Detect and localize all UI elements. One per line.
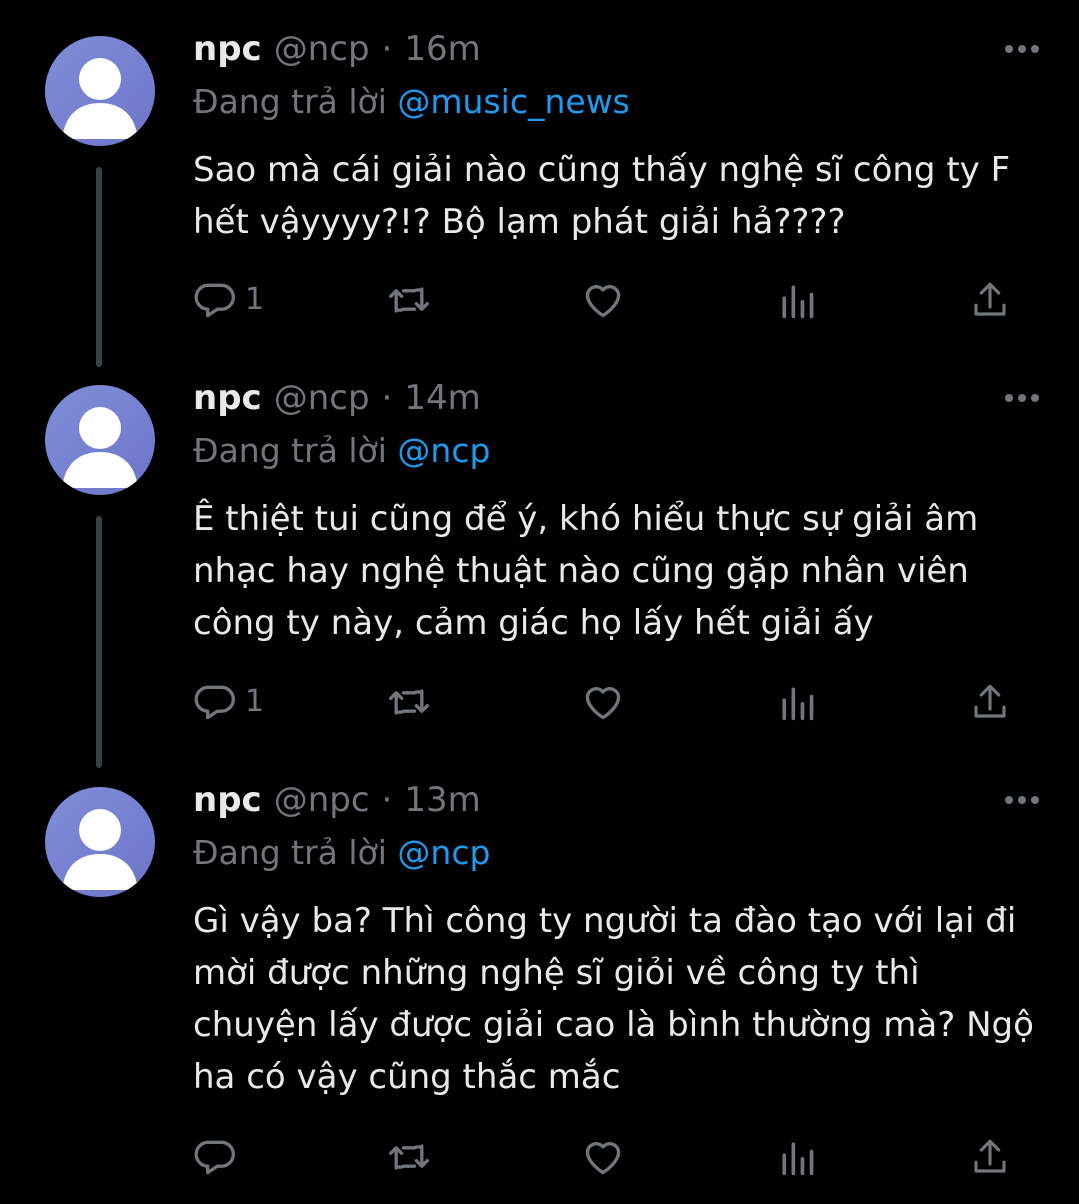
- tweet-header: npc @npc · 13m: [193, 775, 481, 825]
- replying-to: Đang trả lời @music_news: [193, 77, 630, 127]
- more-options-icon[interactable]: [1003, 385, 1041, 411]
- retweet-icon: [386, 680, 432, 724]
- avatar[interactable]: [45, 36, 155, 146]
- tweet-3[interactable]: npc @npc · 13m Đang trả lời @ncp Gì vậy …: [0, 775, 1079, 1204]
- like-button[interactable]: [581, 1135, 625, 1179]
- heart-icon: [581, 278, 625, 322]
- timestamp[interactable]: 14m: [404, 373, 480, 423]
- reply-count: 1: [245, 684, 265, 719]
- analytics-icon: [777, 1135, 817, 1179]
- tweet-text: Ê thiệt tui cũng để ý, khó hiểu thực sự …: [193, 499, 979, 643]
- retweet-button[interactable]: [386, 1135, 432, 1179]
- views-button[interactable]: [777, 680, 817, 724]
- timestamp[interactable]: 13m: [404, 775, 480, 825]
- mention-link[interactable]: @ncp: [397, 431, 490, 470]
- tweet-actions: 1: [0, 680, 1079, 724]
- share-button[interactable]: [969, 680, 1011, 724]
- more-options-icon[interactable]: [1003, 787, 1041, 813]
- default-avatar-icon: [62, 809, 138, 890]
- tweet-header: npc @ncp · 14m: [193, 373, 481, 423]
- display-name[interactable]: npc: [193, 373, 262, 423]
- separator-dot: ·: [381, 29, 393, 69]
- like-button[interactable]: [581, 278, 625, 322]
- share-icon: [969, 680, 1011, 724]
- default-avatar-icon: [62, 58, 138, 139]
- separator-dot: ·: [381, 378, 393, 418]
- default-avatar-icon: [62, 407, 138, 488]
- timestamp[interactable]: 16m: [404, 24, 480, 74]
- heart-icon: [581, 680, 625, 724]
- avatar[interactable]: [45, 385, 155, 495]
- share-button[interactable]: [969, 1135, 1011, 1179]
- more-options-icon[interactable]: [1003, 36, 1041, 62]
- replying-to: Đang trả lời @ncp: [193, 828, 490, 878]
- reply-icon: [193, 278, 237, 322]
- retweet-icon: [386, 278, 432, 322]
- analytics-icon: [777, 680, 817, 724]
- retweet-icon: [386, 1135, 432, 1179]
- tweet-1[interactable]: npc @ncp · 16m Đang trả lời @music_news …: [0, 24, 1079, 374]
- reply-icon: [193, 680, 237, 724]
- retweet-button[interactable]: [386, 680, 432, 724]
- username-handle[interactable]: @npc: [274, 775, 370, 825]
- thread-line: [96, 516, 102, 768]
- share-icon: [969, 278, 1011, 322]
- replying-to-label: Đang trả lời: [193, 833, 387, 872]
- reply-button[interactable]: 1: [193, 680, 264, 724]
- tweet-actions: 1: [0, 278, 1079, 322]
- tweet-actions: [0, 1135, 1079, 1179]
- reply-count: 1: [245, 282, 265, 317]
- mention-link[interactable]: @music_news: [397, 82, 629, 121]
- views-button[interactable]: [777, 278, 817, 322]
- mention-link[interactable]: @ncp: [397, 833, 490, 872]
- thread-line: [96, 167, 102, 367]
- tweet-2[interactable]: npc @ncp · 14m Đang trả lời @ncp Ê thiệt…: [0, 373, 1079, 773]
- avatar[interactable]: [45, 787, 155, 897]
- share-button[interactable]: [969, 278, 1011, 322]
- replying-to: Đang trả lời @ncp: [193, 426, 490, 476]
- separator-dot: ·: [381, 780, 393, 820]
- share-icon: [969, 1135, 1011, 1179]
- heart-icon: [581, 1135, 625, 1179]
- username-handle[interactable]: @ncp: [274, 24, 370, 74]
- tweet-text: Sao mà cái giải nào cũng thấy nghệ sĩ cô…: [193, 150, 1011, 242]
- replying-to-label: Đang trả lời: [193, 82, 387, 121]
- reply-button[interactable]: 1: [193, 278, 264, 322]
- retweet-button[interactable]: [386, 278, 432, 322]
- views-button[interactable]: [777, 1135, 817, 1179]
- reply-icon: [193, 1135, 237, 1179]
- like-button[interactable]: [581, 680, 625, 724]
- display-name[interactable]: npc: [193, 775, 262, 825]
- analytics-icon: [777, 278, 817, 322]
- replying-to-label: Đang trả lời: [193, 431, 387, 470]
- username-handle[interactable]: @ncp: [274, 373, 370, 423]
- tweet-header: npc @ncp · 16m: [193, 24, 481, 74]
- tweet-text: Gì vậy ba? Thì công ty người ta đào tạo …: [193, 901, 1034, 1097]
- display-name[interactable]: npc: [193, 24, 262, 74]
- reply-button[interactable]: [193, 1135, 245, 1179]
